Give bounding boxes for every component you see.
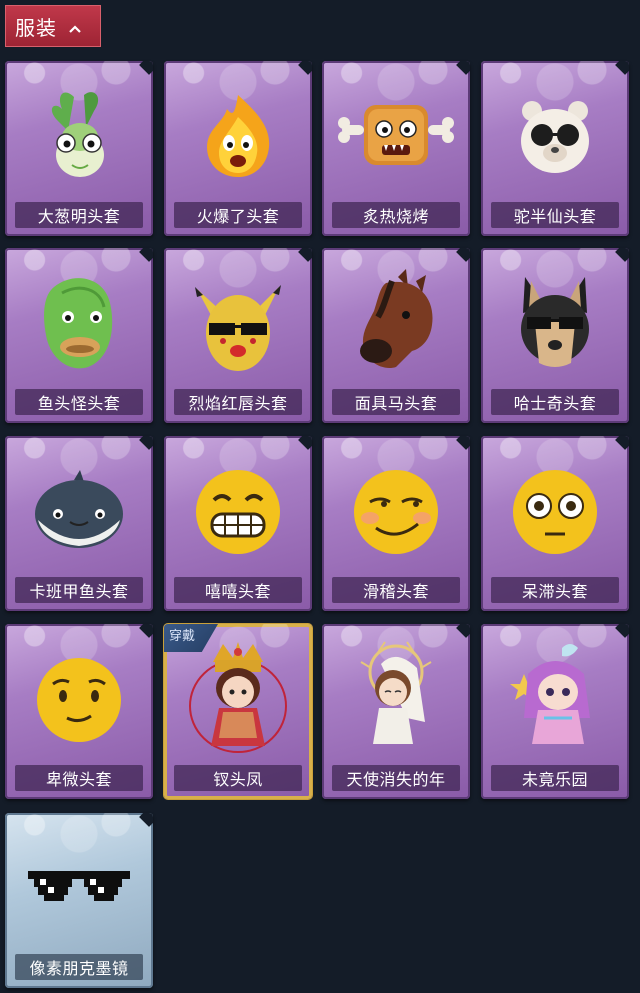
costume-name: 未竟乐园 [491, 765, 619, 791]
costume-card[interactable]: 哈士奇头套 [481, 248, 629, 423]
smirk-emoji-head-icon [322, 446, 470, 574]
costume-card[interactable]: 未竟乐园 [481, 624, 629, 799]
costume-name: 鱼头怪头套 [15, 389, 143, 415]
costume-card[interactable]: 卡班甲鱼头套 [5, 436, 153, 611]
costume-name: 卑微头套 [15, 765, 143, 791]
costume-name: 卡班甲鱼头套 [15, 577, 143, 603]
husky-head-icon [481, 258, 629, 386]
costume-card[interactable]: 火爆了头套 [164, 61, 312, 236]
costume-name: 嘻嘻头套 [174, 577, 302, 603]
grin-emoji-head-icon [164, 446, 312, 574]
costume-card[interactable]: 像素朋克墨镜 [5, 813, 153, 988]
phoenix-crown-outfit-icon [164, 634, 312, 762]
costume-name: 炙热烧烤 [332, 202, 460, 228]
costume-name: 面具马头套 [332, 389, 460, 415]
costume-name: 像素朋克墨镜 [15, 954, 143, 980]
costume-card[interactable]: 卑微头套 [5, 624, 153, 799]
costume-card-equipped[interactable]: 穿戴 钗头凤 [164, 624, 312, 799]
costume-name: 驼半仙头套 [491, 202, 619, 228]
costume-card[interactable]: 面具马头套 [322, 248, 470, 423]
costume-name: 烈焰红唇头套 [174, 389, 302, 415]
costume-card[interactable]: 炙热烧烤 [322, 61, 470, 236]
costume-name: 钗头凤 [174, 765, 302, 791]
dazed-emoji-head-icon [481, 446, 629, 574]
costume-card[interactable]: 大葱明头套 [5, 61, 153, 236]
humble-emoji-head-icon [5, 634, 153, 762]
costume-card[interactable]: 鱼头怪头套 [5, 248, 153, 423]
angel-outfit-icon [322, 634, 470, 762]
alpaca-sunglasses-head-icon [481, 71, 629, 199]
costume-name: 天使消失的年 [332, 765, 460, 791]
wonderland-outfit-icon [481, 634, 629, 762]
costume-name: 哈士奇头套 [491, 389, 619, 415]
costume-card[interactable]: 滑稽头套 [322, 436, 470, 611]
scallion-head-icon [5, 71, 153, 199]
costume-name: 火爆了头套 [174, 202, 302, 228]
costume-name: 呆滞头套 [491, 577, 619, 603]
costume-card[interactable]: 驼半仙头套 [481, 61, 629, 236]
costume-card[interactable]: 呆滞头套 [481, 436, 629, 611]
fire-head-icon [164, 71, 312, 199]
whale-head-icon [5, 446, 153, 574]
horse-mask-head-icon [322, 258, 470, 386]
pixel-sunglasses-icon [5, 823, 153, 951]
costume-card[interactable]: 嘻嘻头套 [164, 436, 312, 611]
pikachu-mask-head-icon [164, 258, 312, 386]
costume-grid: 大葱明头套 火爆了头套 炙热烧烤 驼半仙头套 鱼头怪头套 烈焰红唇头套 面具马头… [0, 0, 640, 993]
costume-card[interactable]: 天使消失的年 [322, 624, 470, 799]
bbq-meat-head-icon [322, 71, 470, 199]
costume-name: 大葱明头套 [15, 202, 143, 228]
fish-head-icon [5, 258, 153, 386]
costume-name: 滑稽头套 [332, 577, 460, 603]
costume-card[interactable]: 烈焰红唇头套 [164, 248, 312, 423]
